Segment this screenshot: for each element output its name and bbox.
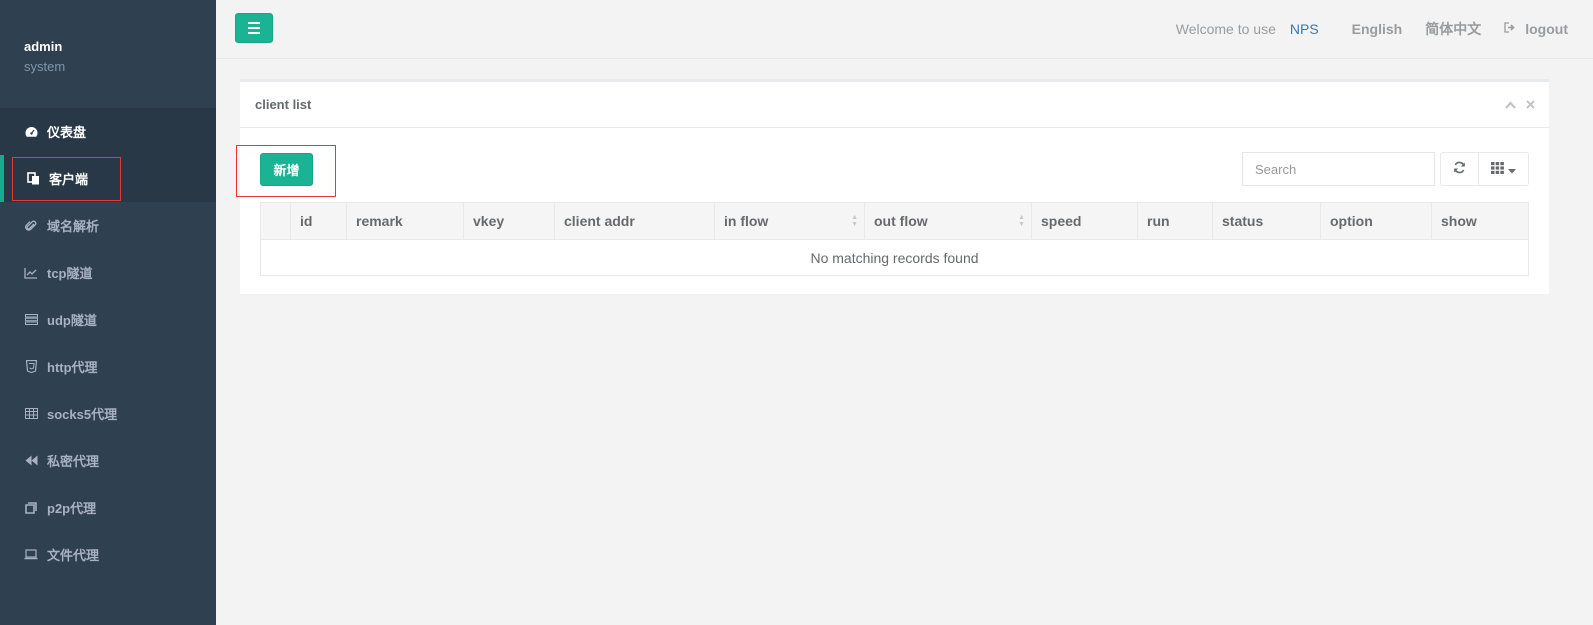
sidebar-item-socks5[interactable]: socks5代理 [0, 390, 216, 437]
column-header-id[interactable]: id [290, 202, 347, 240]
sidebar-item-secret[interactable]: 私密代理 [0, 437, 216, 484]
hamburger-icon [248, 22, 260, 24]
column-header-label: speed [1041, 213, 1082, 229]
clone-icon [24, 501, 38, 515]
sidebar-item-label: tcp隧道 [47, 266, 93, 281]
sidebar-item-label: udp隧道 [47, 313, 97, 328]
welcome-text: Welcome to use [1175, 21, 1276, 37]
sidebar-item-tcp[interactable]: tcp隧道 [0, 249, 216, 296]
grid-icon [1491, 161, 1504, 177]
sidebar-item-http[interactable]: http代理 [0, 343, 216, 390]
column-header-remark[interactable]: remark [346, 202, 464, 240]
sidebar-item-label: 私密代理 [47, 454, 100, 469]
client-table: id remark vkey client addr in flow ▲ ▼ out… [260, 202, 1529, 276]
sidebar-item-client[interactable]: 客户端 [0, 155, 216, 202]
sidebar: admin system 仪表盘 客户端 域名解析 tcp隧道 udp隧道 ht… [0, 0, 216, 625]
panel-tools [1505, 98, 1535, 112]
backward-icon [24, 454, 38, 468]
column-header-select [260, 202, 291, 240]
sidebar-item-label: p2p代理 [47, 501, 97, 516]
table-icon [24, 407, 38, 421]
sidebar-item-label: 文件代理 [47, 548, 100, 563]
column-header-label: id [300, 213, 313, 229]
column-header-option[interactable]: option [1320, 202, 1432, 240]
column-header-label: show [1441, 213, 1477, 229]
laptop-icon [24, 548, 38, 562]
add-client-button[interactable]: 新增 [260, 153, 313, 186]
column-header-label: remark [356, 213, 403, 229]
column-header-label: option [1330, 213, 1373, 229]
table-row: No matching records found [260, 239, 1529, 276]
top-links: Welcome to use NPS English 简体中文 logout [1176, 0, 1568, 58]
sidebar-item-domain[interactable]: 域名解析 [0, 202, 216, 249]
list-icon [24, 313, 38, 327]
column-header-speed[interactable]: speed [1031, 202, 1138, 240]
sidebar-item-udp[interactable]: udp隧道 [0, 296, 216, 343]
brand-link[interactable]: NPS [1290, 21, 1319, 37]
column-header-label: status [1222, 213, 1264, 229]
logout-link[interactable]: logout [1504, 21, 1568, 37]
sidebar-item-label: http代理 [47, 360, 98, 375]
lang-chinese-link[interactable]: 简体中文 [1425, 19, 1481, 39]
refresh-button[interactable] [1440, 152, 1479, 186]
dashboard-icon [24, 125, 38, 139]
panel-title: client list [255, 97, 312, 112]
sort-icon: ▲ ▼ [851, 214, 858, 228]
sidebar-item-p2p[interactable]: p2p代理 [0, 484, 216, 531]
column-header-in-flow[interactable]: in flow ▲ ▼ [714, 202, 865, 240]
column-header-label: out flow [874, 213, 928, 229]
sort-icon: ▲ ▼ [1018, 214, 1025, 228]
refresh-icon [1453, 161, 1466, 177]
paperclip-icon [24, 219, 38, 233]
column-header-run[interactable]: run [1137, 202, 1213, 240]
column-header-vkey[interactable]: vkey [463, 202, 555, 240]
line-chart-icon [24, 266, 38, 280]
sidebar-item-file[interactable]: 文件代理 [0, 531, 216, 578]
column-header-label: in flow [724, 213, 769, 229]
search-input[interactable] [1242, 152, 1435, 186]
columns-toggle-button[interactable] [1478, 152, 1529, 186]
empty-message: No matching records found [260, 239, 1529, 276]
user-name[interactable]: admin [24, 39, 216, 55]
sidebar-item-label: socks5代理 [47, 407, 118, 422]
table-header-row: id remark vkey client addr in flow ▲ ▼ out… [260, 202, 1529, 240]
copy-icon [26, 172, 40, 186]
html5-icon [24, 360, 38, 374]
collapse-icon[interactable] [1505, 98, 1516, 112]
column-header-label: client addr [564, 213, 635, 229]
user-profile: admin system [0, 0, 216, 108]
sidebar-item-dashboard[interactable]: 仪表盘 [0, 108, 216, 155]
logout-label: logout [1525, 21, 1568, 37]
sidebar-item-label: 仪表盘 [47, 125, 87, 140]
caret-down-icon [1508, 162, 1516, 177]
column-header-status[interactable]: status [1212, 202, 1321, 240]
close-icon[interactable] [1526, 98, 1535, 112]
menu-toggle-button[interactable] [235, 13, 273, 43]
column-header-out-flow[interactable]: out flow ▲ ▼ [864, 202, 1032, 240]
column-header-client-addr[interactable]: client addr [554, 202, 715, 240]
column-header-show[interactable]: show [1431, 202, 1529, 240]
sign-out-icon [1504, 22, 1516, 36]
panel-header: client list [240, 82, 1549, 128]
column-header-label: run [1147, 213, 1170, 229]
user-role: system [24, 59, 66, 74]
sidebar-item-label: 客户端 [49, 172, 89, 187]
column-header-label: vkey [473, 213, 505, 229]
top-navbar: Welcome to use NPS English 简体中文 logout [216, 0, 1593, 59]
client-list-panel: client list 新增 id remark [240, 79, 1549, 294]
lang-english-link[interactable]: English [1352, 21, 1403, 37]
sidebar-item-label: 域名解析 [47, 219, 100, 234]
